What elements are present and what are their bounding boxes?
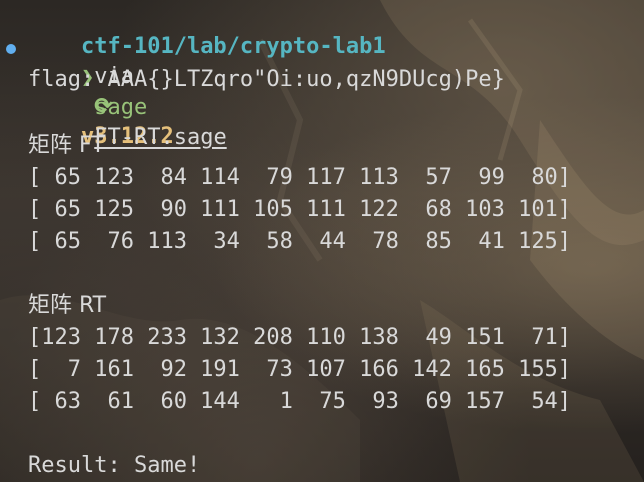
flag-output: flag: AAA{}LTZqro"Oi:uo,qzN9DUcg)Pe} xyxy=(28,67,505,92)
matrix-ft-row: [ 65 123 84 114 79 117 113 57 99 80] xyxy=(28,165,572,190)
command-argument[interactable]: FT-RT.sage xyxy=(94,125,226,150)
matrix-rt-row: [123 178 233 132 208 110 138 49 151 71] xyxy=(28,325,572,350)
matrix-rt-header: 矩阵 RT xyxy=(28,293,107,318)
matrix-ft-row: [ 65 125 90 111 105 111 122 68 103 101] xyxy=(28,197,572,222)
matrix-ft-header: 矩阵 FT xyxy=(28,133,105,158)
matrix-rt-row: [ 7 161 92 191 73 107 166 142 165 155] xyxy=(28,357,572,382)
command-line[interactable]: ❯ sage FT-RT.sage xyxy=(28,33,227,150)
terminal-window[interactable]: ctf-101/lab/crypto-lab1 via ⟳ v3.12.2 ❯ … xyxy=(0,0,644,482)
prompt-line: ctf-101/lab/crypto-lab1 via ⟳ v3.12.2 xyxy=(28,2,386,149)
result-output: Result: Same! xyxy=(28,453,201,478)
status-dot xyxy=(6,44,16,54)
command-name: sage xyxy=(94,95,148,120)
matrix-rt-row: [ 63 61 60 144 1 75 93 69 157 54] xyxy=(28,389,572,414)
matrix-ft-row: [ 65 76 113 34 58 44 78 85 41 125] xyxy=(28,229,572,254)
